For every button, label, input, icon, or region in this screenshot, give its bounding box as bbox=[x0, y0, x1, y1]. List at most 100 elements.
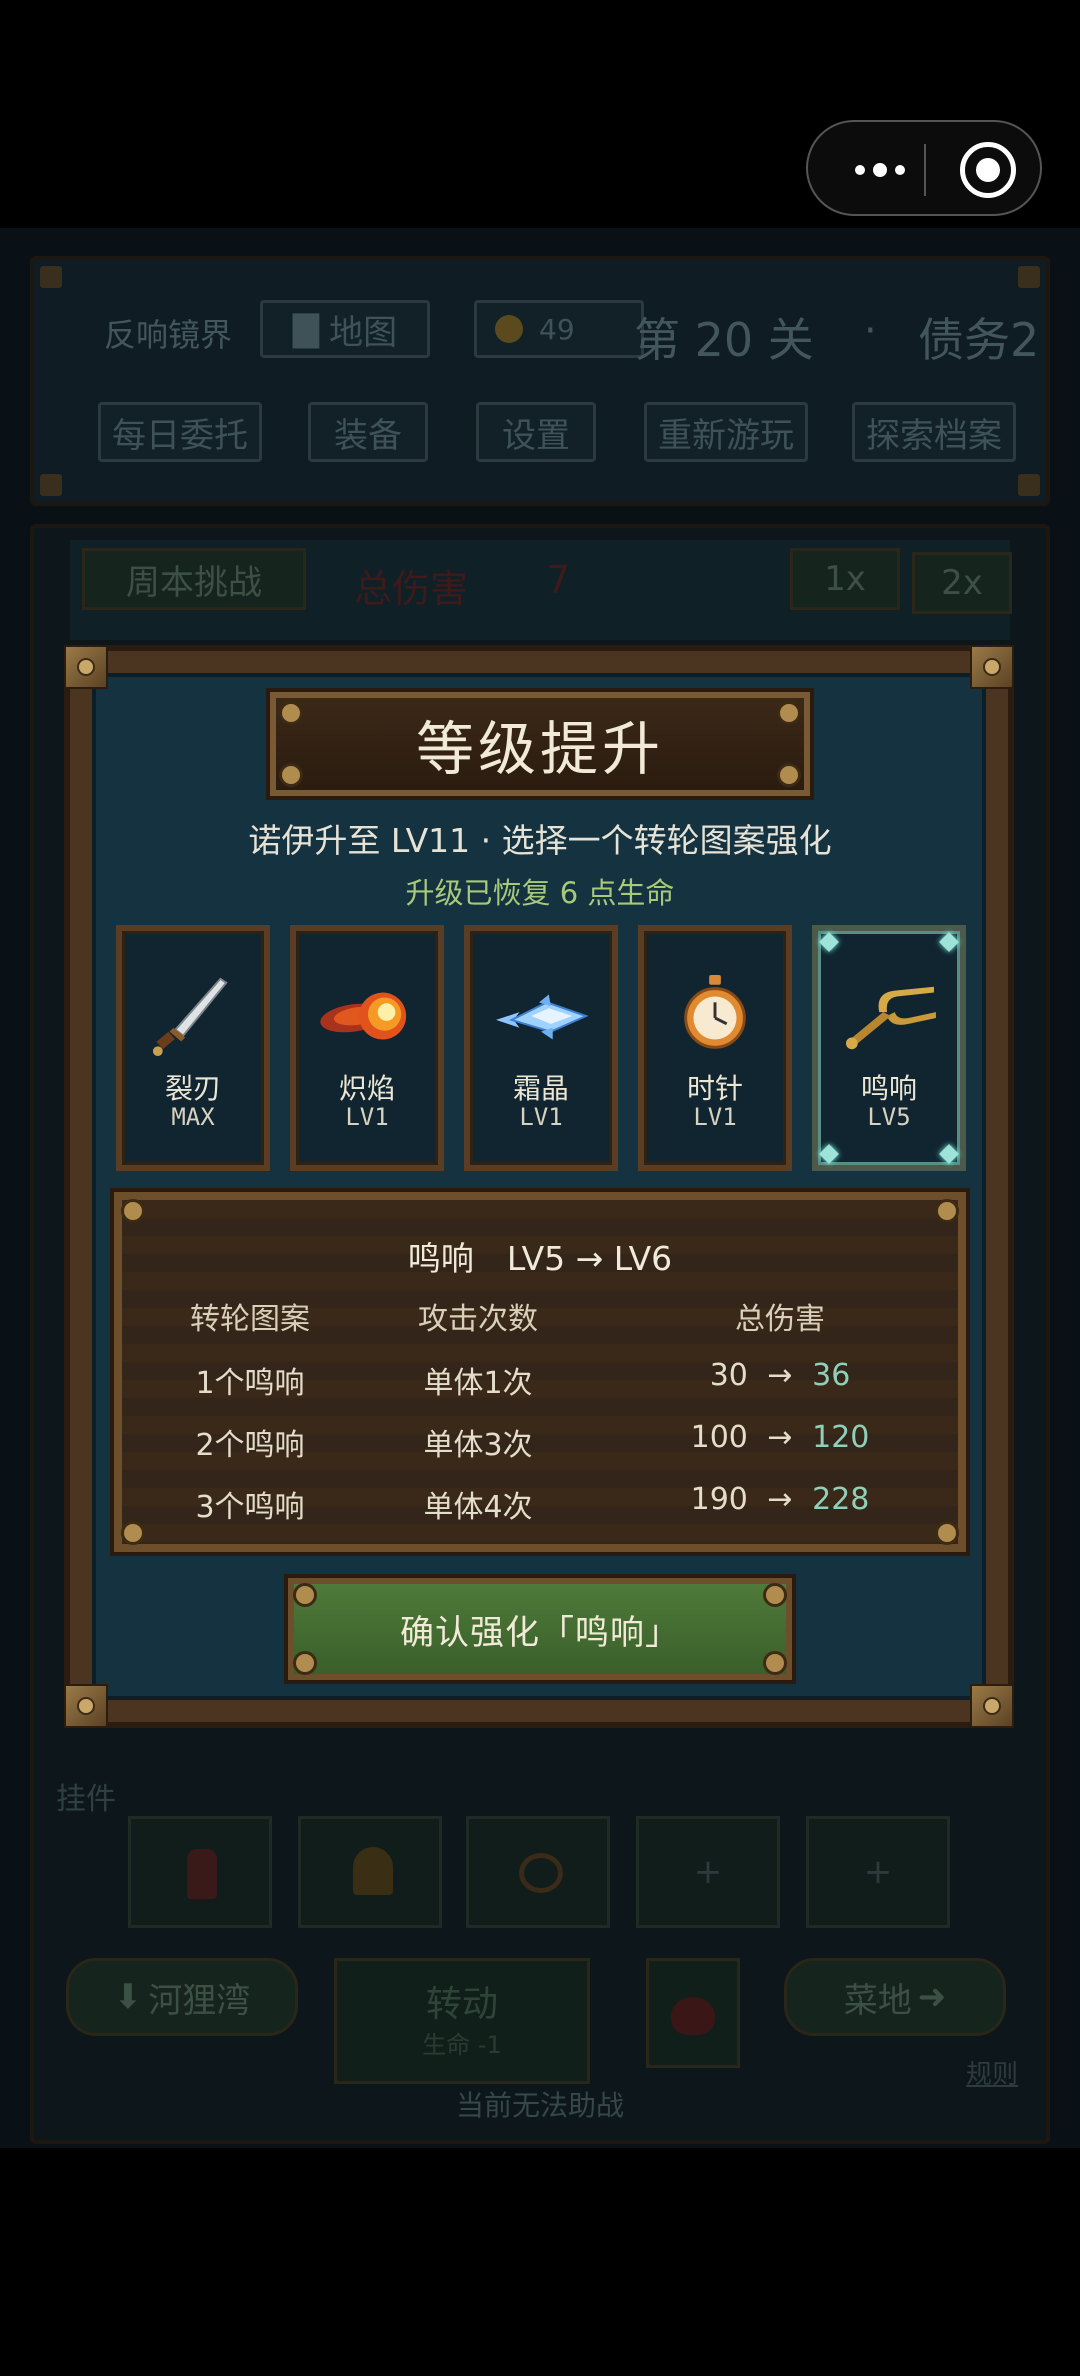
spin-label: 转动 bbox=[425, 1984, 498, 2025]
row-damage: 190 → 228 bbox=[680, 1482, 880, 1517]
ice-crystal-icon bbox=[496, 994, 589, 1040]
corner-bolt bbox=[970, 645, 1014, 689]
farm-label: 菜地 bbox=[843, 1980, 912, 2021]
heart-icon bbox=[671, 1997, 715, 2035]
total-damage-label: 总伤害 bbox=[354, 567, 469, 611]
coin-count: 49 bbox=[539, 312, 575, 346]
hp-recovered-text: 升级已恢复 6 点生命 bbox=[405, 876, 675, 910]
speed-2x-button[interactable]: 2x bbox=[912, 552, 1012, 614]
card-name: 时针 bbox=[686, 1072, 743, 1105]
old-damage: 30 bbox=[709, 1358, 748, 1393]
realm-name: 反响镜界 bbox=[104, 316, 233, 354]
weekly-challenge-button[interactable]: 周本挑战 bbox=[82, 548, 306, 610]
top-panel: 反响镜界 ▇ 地图 49 第 20 关 · 债务2 每日委托 装备 设置 重新游… bbox=[30, 256, 1050, 506]
river-bay-label: 河狸湾 bbox=[148, 1980, 251, 2021]
archive-button[interactable]: 探索档案 bbox=[852, 402, 1016, 462]
row-pattern: 1个鸣响 bbox=[195, 1366, 305, 1401]
modal-title: 等级提升 bbox=[415, 715, 664, 783]
card-level: LV5 bbox=[867, 1103, 911, 1131]
heart-slot[interactable] bbox=[646, 1958, 740, 2068]
row-attacks: 单体1次 bbox=[423, 1366, 533, 1401]
mini-program-capsule bbox=[806, 120, 1042, 216]
charm-slot-5[interactable]: + bbox=[806, 1816, 950, 1928]
confirm-upgrade-button[interactable]: 确认强化「鸣响」 bbox=[288, 1578, 792, 1680]
new-damage: 228 bbox=[812, 1482, 870, 1517]
settings-button[interactable]: 设置 bbox=[476, 402, 596, 462]
row-attacks: 单体4次 bbox=[423, 1490, 533, 1525]
spin-button[interactable]: 转动 生命 -1 bbox=[334, 1958, 590, 2084]
separator-dot: · bbox=[864, 308, 877, 354]
row-damage: 30 → 36 bbox=[680, 1358, 880, 1393]
arrow-icon: → bbox=[767, 1482, 793, 1517]
card-level: LV1 bbox=[519, 1103, 563, 1131]
charms-label: 挂件 bbox=[56, 1782, 116, 1817]
book-icon: ▇ bbox=[292, 309, 320, 349]
old-damage: 100 bbox=[690, 1420, 748, 1455]
pattern-card-blade[interactable]: 裂刃 MAX bbox=[116, 925, 270, 1171]
title-plate: 等级提升 bbox=[270, 692, 810, 796]
fireball-icon bbox=[320, 992, 407, 1040]
coil-icon bbox=[519, 1853, 563, 1893]
gem-icon bbox=[819, 932, 839, 952]
arrow-down-icon: ⬇ bbox=[113, 1977, 143, 2017]
confirm-label: 确认强化「鸣响」 bbox=[400, 1612, 680, 1653]
arrow-icon: → bbox=[767, 1358, 793, 1393]
pattern-card-clock[interactable]: 时针 LV1 bbox=[638, 925, 792, 1171]
coin-icon bbox=[495, 315, 523, 343]
arrow-right-icon: ➜ bbox=[917, 1977, 947, 2017]
card-level: LV1 bbox=[693, 1103, 737, 1131]
debt-counter: 债务2 bbox=[918, 313, 1040, 367]
stage-number: 第 20 关 bbox=[634, 313, 814, 367]
old-damage: 190 bbox=[690, 1482, 748, 1517]
upgrade-header: 鸣响 LV5 → LV6 bbox=[407, 1239, 673, 1278]
daily-quest-button[interactable]: 每日委托 bbox=[98, 402, 262, 462]
row-pattern: 3个鸣响 bbox=[195, 1490, 305, 1525]
charm-slot-1[interactable] bbox=[128, 1816, 272, 1928]
river-bay-button[interactable]: ⬇ 河狸湾 bbox=[66, 1958, 298, 2036]
card-level: LV1 bbox=[345, 1103, 389, 1131]
assist-status: 当前无法助战 bbox=[455, 2089, 624, 2122]
figure-icon bbox=[187, 1849, 217, 1899]
card-name: 鸣响 bbox=[860, 1072, 917, 1105]
pocket-watch-icon bbox=[684, 974, 746, 1049]
more-dots-icon[interactable] bbox=[840, 152, 920, 188]
row-damage: 100 → 120 bbox=[680, 1420, 880, 1455]
speed-1x-button[interactable]: 1x bbox=[790, 548, 900, 610]
target-icon[interactable] bbox=[960, 142, 1016, 198]
coin-counter: 49 bbox=[474, 300, 644, 358]
corner-bolt bbox=[970, 1684, 1014, 1728]
new-damage: 120 bbox=[812, 1420, 870, 1455]
column-attacks: 攻击次数 bbox=[418, 1302, 538, 1337]
corner-bolt bbox=[64, 1684, 108, 1728]
column-damage: 总伤害 bbox=[735, 1302, 825, 1337]
corner-bolt bbox=[64, 645, 108, 689]
battle-bar: 周本挑战 总伤害 7 1x 2x bbox=[70, 540, 1012, 640]
row-attacks: 单体3次 bbox=[423, 1428, 533, 1463]
new-damage: 36 bbox=[812, 1358, 851, 1393]
pattern-card-frost[interactable]: 霜晶 LV1 bbox=[464, 925, 618, 1171]
pattern-card-flame[interactable]: 炽焰 LV1 bbox=[290, 925, 444, 1171]
tuning-fork-icon bbox=[845, 986, 936, 1050]
farm-button[interactable]: 菜地 ➜ bbox=[784, 1958, 1006, 2036]
gem-icon bbox=[819, 1144, 839, 1164]
pattern-card-chime[interactable]: 鸣响 LV5 bbox=[812, 925, 966, 1171]
spin-cost: 生命 -1 bbox=[422, 2031, 502, 2059]
level-up-modal bbox=[64, 645, 1014, 1728]
replay-button[interactable]: 重新游玩 bbox=[644, 402, 808, 462]
level-up-subtitle: 诺伊升至 LV11 · 选择一个转轮图案强化 bbox=[248, 821, 832, 860]
total-damage-value: 7 bbox=[546, 558, 571, 602]
charm-slot-3[interactable] bbox=[466, 1816, 610, 1928]
bell-icon bbox=[353, 1847, 393, 1895]
charm-slot-4[interactable]: + bbox=[636, 1816, 780, 1928]
capsule-divider bbox=[924, 144, 926, 196]
card-level: MAX bbox=[171, 1103, 215, 1131]
arrow-icon: → bbox=[767, 1420, 793, 1455]
gem-icon bbox=[939, 932, 959, 952]
upgrade-info-board: 鸣响 LV5 → LV6 转轮图案 攻击次数 总伤害 1个鸣响 单体1次 30 … bbox=[114, 1192, 966, 1552]
map-button-label: 地图 bbox=[329, 312, 398, 353]
row-pattern: 2个鸣响 bbox=[195, 1428, 305, 1463]
map-button[interactable]: ▇ 地图 bbox=[260, 300, 430, 358]
charm-slot-2[interactable] bbox=[298, 1816, 442, 1928]
card-name: 裂刃 bbox=[164, 1072, 221, 1105]
equipment-button[interactable]: 装备 bbox=[308, 402, 428, 462]
